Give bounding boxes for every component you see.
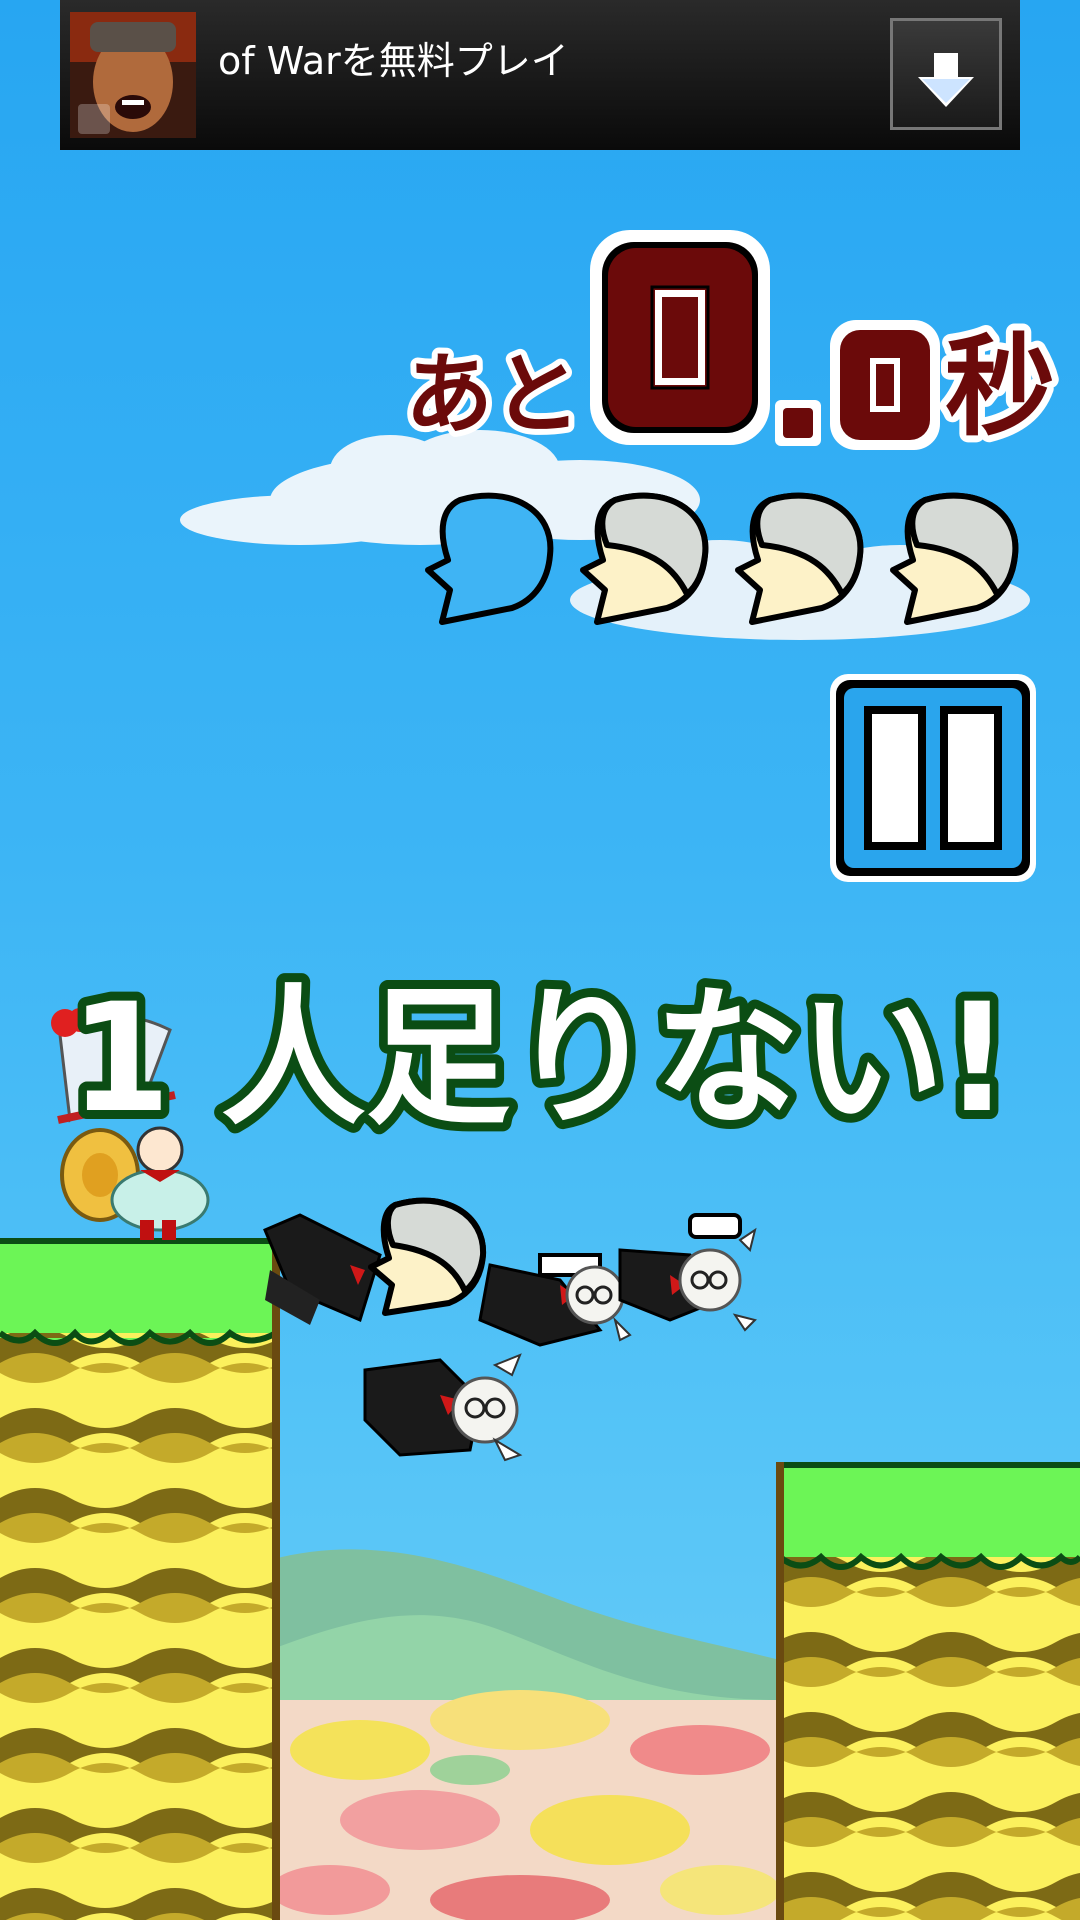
old-man-character: [618, 1213, 757, 1332]
old-man-character: [363, 1353, 523, 1462]
old-man-character: [263, 1197, 487, 1325]
banner-text: 1 人足りない!: [70, 972, 1010, 1140]
missing-person-banner: 1 人足りない!: [70, 963, 1019, 1140]
old-man-character: [478, 1253, 632, 1347]
game-scene[interactable]: of Warを無料プレイ あと 0 . 0 秒: [0, 0, 1080, 1920]
